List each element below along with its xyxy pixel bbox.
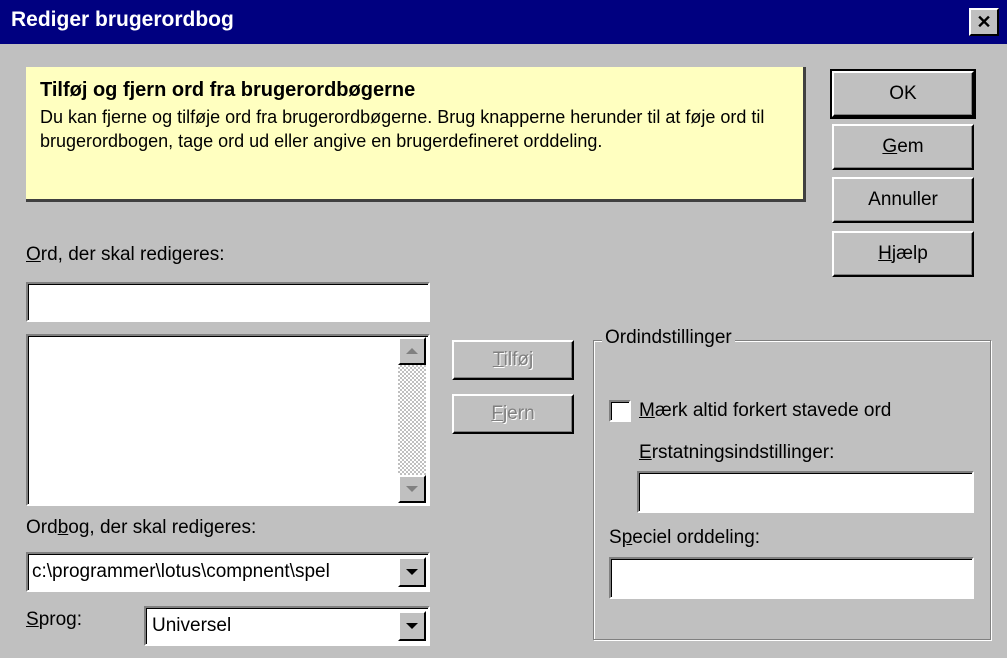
save-accel: G (882, 136, 898, 157)
always-mark-label[interactable]: Mærk altid forkert stavede ord (639, 400, 891, 422)
chevron-down-icon (406, 569, 418, 575)
help-button[interactable]: Hjælp (832, 231, 974, 277)
dictionary-select[interactable]: c:\programmer\lotus\compnent\spel (26, 552, 430, 592)
info-text: Du kan fjerne og tilføje ord fra brugero… (40, 107, 765, 151)
close-icon: ✕ (976, 12, 992, 32)
replacement-label-rest: rstatningsindstillinger: (651, 442, 835, 463)
dictionary-label: Ordbog, der skal redigeres: (26, 517, 256, 539)
replacement-label: Erstatningsindstillinger: (639, 442, 834, 464)
hyphenation-input[interactable] (609, 557, 974, 599)
save-button-label: Gem (882, 136, 923, 158)
help-button-label: Hjælp (878, 243, 928, 265)
info-heading: Tilføj og fjern ord fra brugerordbøgerne (40, 79, 416, 101)
word-list[interactable] (26, 334, 430, 506)
word-label: Ord, der skal redigeres: (26, 244, 225, 266)
remove-button[interactable]: Fjern (452, 394, 574, 434)
info-panel: Tilføj og fjern ord fra brugerordbøgerne… (26, 67, 806, 202)
scroll-down-button[interactable] (398, 475, 426, 503)
close-button[interactable]: ✕ (969, 8, 999, 36)
remove-rest: jern (502, 403, 535, 424)
help-accel: H (878, 243, 892, 264)
dictionary-dropdown-button[interactable] (398, 557, 426, 587)
replacement-input[interactable] (637, 471, 974, 513)
ok-button-label: OK (889, 83, 917, 104)
word-input[interactable] (26, 282, 430, 322)
always-mark-checkbox[interactable] (609, 400, 631, 422)
language-dropdown-button[interactable] (398, 611, 426, 641)
hyphenation-label-accel: p (621, 527, 633, 548)
add-button-label: Tilføj (493, 349, 533, 371)
language-label-accel: S (26, 609, 39, 630)
scroll-up-icon (406, 348, 418, 354)
remove-accel: F (491, 403, 503, 424)
chevron-down-icon (406, 623, 418, 629)
save-rest: em (897, 136, 924, 157)
language-select-value: Universel (152, 615, 232, 636)
word-label-rest: rd, der skal redigeres: (40, 244, 225, 265)
add-button[interactable]: Tilføj (452, 340, 574, 380)
title-bar: Rediger brugerordbog ✕ (0, 0, 1007, 44)
always-mark-rest: ærk altid forkert stavede ord (654, 400, 892, 421)
dictionary-select-value: c:\programmer\lotus\compnent\spel (32, 561, 330, 582)
scroll-down-icon (406, 486, 418, 492)
cancel-button-label: Annuller (868, 189, 938, 210)
hyphenation-label-pre: S (609, 527, 622, 548)
replacement-label-accel: E (639, 442, 652, 463)
language-label-rest: prog: (38, 609, 82, 630)
window-title: Rediger brugerordbog (11, 8, 234, 31)
ok-button[interactable]: OK (830, 69, 976, 119)
cancel-button[interactable]: Annuller (832, 177, 974, 223)
word-settings-label: Ordindstillinger (602, 327, 735, 349)
add-rest: ilføj (503, 349, 534, 370)
language-select[interactable]: Universel (144, 606, 430, 646)
dictionary-label-rest: og, der skal redigeres: (68, 517, 257, 538)
scroll-up-button[interactable] (398, 337, 426, 365)
language-label: Sprog: (26, 609, 82, 631)
save-button[interactable]: Gem (832, 124, 974, 170)
help-rest: jælp (891, 243, 928, 264)
remove-button-label: Fjern (491, 403, 534, 425)
dictionary-label-pre: Ord (26, 517, 58, 538)
dictionary-label-accel: b (57, 517, 69, 538)
hyphenation-label: Speciel orddeling: (609, 527, 760, 549)
word-label-accel: O (26, 244, 41, 265)
add-accel: T (492, 349, 504, 370)
always-mark-accel: M (639, 400, 655, 421)
hyphenation-label-rest: eciel orddeling: (632, 527, 761, 548)
